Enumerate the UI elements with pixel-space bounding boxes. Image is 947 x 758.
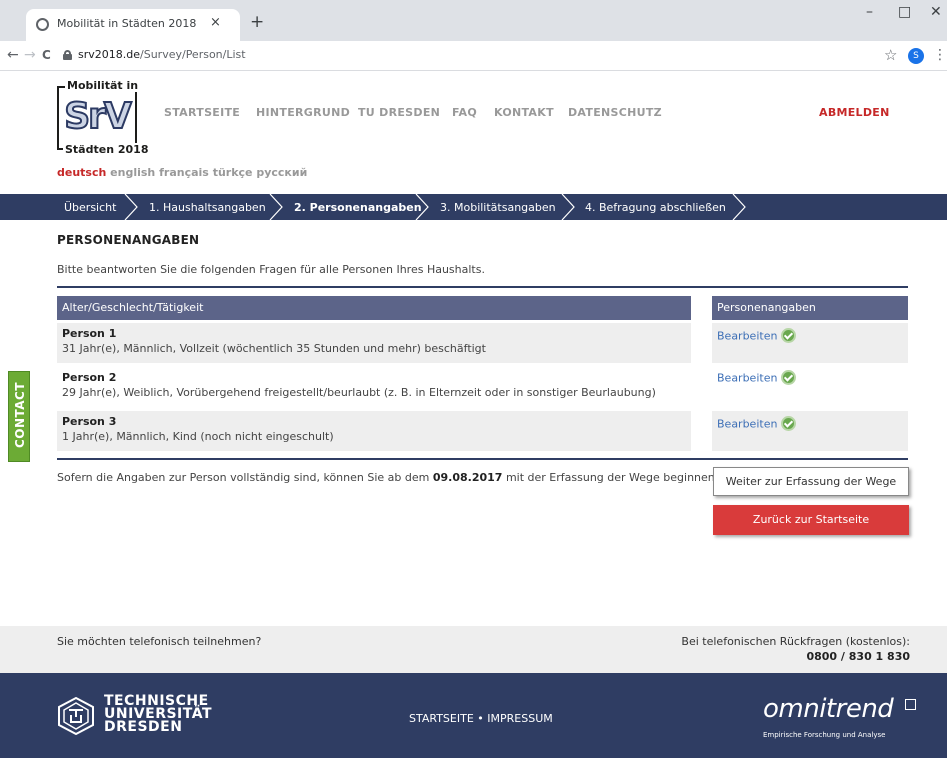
start-date-note: Sofern die Angaben zur Person vollständi…	[57, 471, 718, 484]
back-to-start-button[interactable]: Zurück zur Startseite	[713, 505, 909, 535]
tab-close-icon[interactable]: ×	[210, 15, 221, 30]
tu-line: DRESDEN	[104, 719, 183, 735]
edit-person-1-link[interactable]: Bearbeiten	[717, 330, 777, 343]
contact-tab-label: CONTACT	[13, 381, 27, 449]
phone-participation-text: Sie möchten telefonisch teilnehmen?	[57, 635, 262, 648]
divider	[57, 286, 908, 288]
new-tab-icon[interactable]: +	[250, 12, 264, 32]
table-row: Person 3 1 Jahr(e), Männlich, Kind (noch…	[57, 411, 691, 451]
edit-person-2-link[interactable]: Bearbeiten	[717, 372, 777, 385]
nav-datenschutz[interactable]: DATENSCHUTZ	[568, 106, 662, 119]
nav-faq[interactable]: FAQ	[452, 106, 477, 119]
contact-tab[interactable]: CONTACT	[8, 371, 30, 462]
browser-menu-icon[interactable]: ⋮	[933, 47, 947, 63]
globe-icon	[36, 18, 49, 31]
step-mobility[interactable]: 3. Mobilitätsangaben	[440, 201, 556, 214]
minimize-icon[interactable]: –	[866, 4, 873, 20]
start-date: 09.08.2017	[432, 471, 503, 484]
lang-english[interactable]: english	[110, 166, 155, 179]
lang-turkce[interactable]: türkçe	[213, 166, 253, 179]
back-arrow-icon[interactable]: ←	[7, 47, 19, 63]
lock-icon	[63, 50, 72, 60]
check-icon	[781, 370, 797, 385]
language-switcher: deutsch english français türkçe русский	[57, 166, 307, 179]
tu-dresden-wordmark[interactable]: TECHNISCHE UNIVERSITÄT DRESDEN	[104, 694, 212, 735]
omnitrend-logo[interactable]: omnitrend	[763, 694, 894, 724]
omnitrend-square-icon	[905, 699, 916, 710]
column-header-details: Alter/Geschlecht/Tätigkeit	[57, 296, 691, 320]
url-path: /Survey/Person/List	[140, 48, 246, 61]
lang-deutsch[interactable]: deutsch	[57, 166, 106, 179]
nav-kontakt[interactable]: KONTAKT	[494, 106, 554, 119]
footer-link-startseite[interactable]: STARTSEITE	[409, 712, 474, 725]
note-text-before: Sofern die Angaben zur Person vollständi…	[57, 471, 433, 484]
person-description: 1 Jahr(e), Männlich, Kind (noch nicht ei…	[62, 430, 334, 443]
intro-text: Bitte beantworten Sie die folgenden Frag…	[57, 263, 485, 276]
continue-to-trips-button[interactable]: Weiter zur Erfassung der Wege	[713, 467, 909, 496]
lang-francais[interactable]: français	[159, 166, 209, 179]
chevron-right-icon	[269, 194, 283, 220]
step-household[interactable]: 1. Haushaltsangaben	[149, 201, 266, 214]
browser-toolbar: ← → C srv2018.de/Survey/Person/List ☆ S …	[0, 41, 947, 71]
chevron-right-icon	[124, 194, 138, 220]
chevron-right-icon	[561, 194, 575, 220]
phone-info-band: Sie möchten telefonisch teilnehmen? Bei …	[0, 626, 947, 673]
edit-person-3-link[interactable]: Bearbeiten	[717, 418, 777, 431]
forward-arrow-icon[interactable]: →	[24, 47, 36, 63]
browser-tabstrip: Mobilität in Städten 2018 × + – □ ✕	[0, 0, 947, 41]
maximize-icon[interactable]: □	[898, 4, 911, 20]
table-row: Person 1 31 Jahr(e), Männlich, Vollzeit …	[57, 323, 691, 363]
note-text-after: mit der Erfassung der Wege beginnen.	[502, 471, 719, 484]
logo-top-text: Mobilität in	[65, 79, 141, 92]
reload-icon[interactable]: C	[42, 48, 51, 62]
step-overview[interactable]: Übersicht	[64, 201, 116, 214]
check-icon	[781, 416, 797, 431]
nav-startseite[interactable]: STARTSEITE	[164, 106, 240, 119]
page-title: PERSONENANGABEN	[57, 233, 200, 247]
tab-title: Mobilität in Städten 2018	[57, 17, 197, 30]
progress-steps: Übersicht 1. Haushaltsangaben 2. Persone…	[0, 194, 947, 220]
check-icon	[781, 328, 797, 343]
site-footer: TECHNISCHE UNIVERSITÄT DRESDEN STARTSEIT…	[0, 673, 947, 758]
chevron-right-icon	[415, 194, 429, 220]
table-row-action: Bearbeiten	[712, 365, 908, 405]
footer-link-separator: •	[477, 712, 484, 725]
tu-dresden-logo-icon	[58, 697, 94, 735]
table-row-action: Bearbeiten	[712, 411, 908, 451]
hotline-label: Bei telefonischen Rückfragen (kostenlos)…	[681, 635, 910, 648]
nav-hintergrund[interactable]: HINTERGRUND	[256, 106, 350, 119]
srv-logo[interactable]: Mobilität in SrV Städten 2018	[57, 79, 151, 159]
nav-tu-dresden[interactable]: TU DRESDEN	[358, 106, 440, 119]
logo-mark: SrV	[63, 95, 133, 138]
step-persons[interactable]: 2. Personenangaben	[294, 201, 422, 214]
divider	[57, 458, 908, 460]
table-row-action: Bearbeiten	[712, 323, 908, 363]
footer-links: STARTSEITE • IMPRESSUM	[409, 712, 553, 725]
address-bar[interactable]: srv2018.de/Survey/Person/List	[78, 48, 246, 61]
step-finish[interactable]: 4. Befragung abschließen	[585, 201, 726, 214]
person-description: 29 Jahr(e), Weiblich, Vorübergehend frei…	[62, 386, 656, 399]
person-description: 31 Jahr(e), Männlich, Vollzeit (wöchentl…	[62, 342, 486, 355]
browser-tab[interactable]: Mobilität in Städten 2018 ×	[26, 9, 240, 41]
column-header-person-data: Personenangaben	[712, 296, 908, 320]
footer-link-impressum[interactable]: IMPRESSUM	[487, 712, 552, 725]
omnitrend-tagline: Empirische Forschung und Analyse	[763, 731, 886, 739]
logo-bottom-text: Städten 2018	[63, 143, 151, 156]
logout-link[interactable]: ABMELDEN	[819, 106, 890, 119]
lang-russian[interactable]: русский	[256, 166, 307, 179]
profile-avatar[interactable]: S	[908, 48, 924, 64]
hotline-number: 0800 / 830 1 830	[806, 650, 910, 663]
bookmark-star-icon[interactable]: ☆	[884, 46, 897, 64]
table-row: Person 2 29 Jahr(e), Weiblich, Vorüberge…	[57, 367, 691, 407]
chevron-right-icon	[732, 194, 746, 220]
url-host: srv2018.de	[78, 48, 141, 61]
close-window-icon[interactable]: ✕	[930, 4, 942, 20]
person-name: Person 3	[62, 415, 117, 428]
person-name: Person 2	[62, 371, 117, 384]
person-name: Person 1	[62, 327, 117, 340]
